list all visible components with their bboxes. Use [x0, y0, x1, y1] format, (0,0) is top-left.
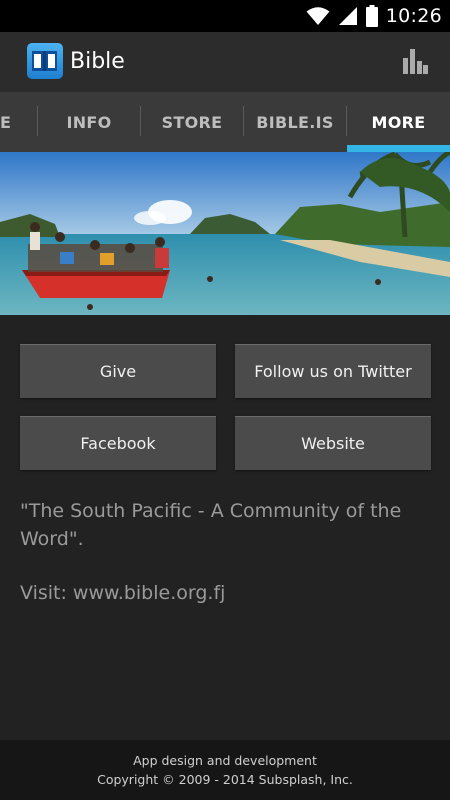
status-time: 10:26: [385, 5, 442, 27]
footer-copyright: Copyright © 2009 - 2014 Subsplash, Inc.: [97, 772, 353, 787]
tab-bar: E INFO STORE BIBLE.IS MORE: [0, 92, 450, 152]
tab-bible-is[interactable]: BIBLE.IS: [244, 92, 346, 152]
tab-active-indicator: [347, 145, 450, 152]
twitter-button[interactable]: Follow us on Twitter: [235, 344, 431, 398]
tagline-text: "The South Pacific - A Community of the …: [20, 500, 402, 550]
wifi-icon: [306, 7, 330, 25]
hero-image: [0, 152, 450, 315]
signal-icon: [338, 7, 357, 25]
app-title: Bible: [70, 49, 125, 74]
footer: App design and development Copyright © 2…: [0, 740, 450, 800]
status-bar: 10:26: [0, 0, 450, 32]
stats-icon[interactable]: [402, 48, 428, 74]
tab-store[interactable]: STORE: [141, 92, 243, 152]
status-icons: 10:26: [306, 0, 442, 32]
give-button[interactable]: Give: [20, 344, 216, 398]
bible-logo-icon[interactable]: [27, 43, 63, 79]
visit-text: Visit: www.bible.org.fj: [20, 582, 226, 604]
tab-partial[interactable]: E: [0, 92, 36, 152]
action-bar: Bible: [0, 32, 450, 92]
tab-more[interactable]: MORE: [347, 92, 450, 152]
facebook-button[interactable]: Facebook: [20, 416, 216, 470]
tab-info[interactable]: INFO: [38, 92, 140, 152]
battery-icon: [365, 5, 378, 27]
footer-credit: App design and development: [133, 753, 317, 768]
website-button[interactable]: Website: [235, 416, 431, 470]
